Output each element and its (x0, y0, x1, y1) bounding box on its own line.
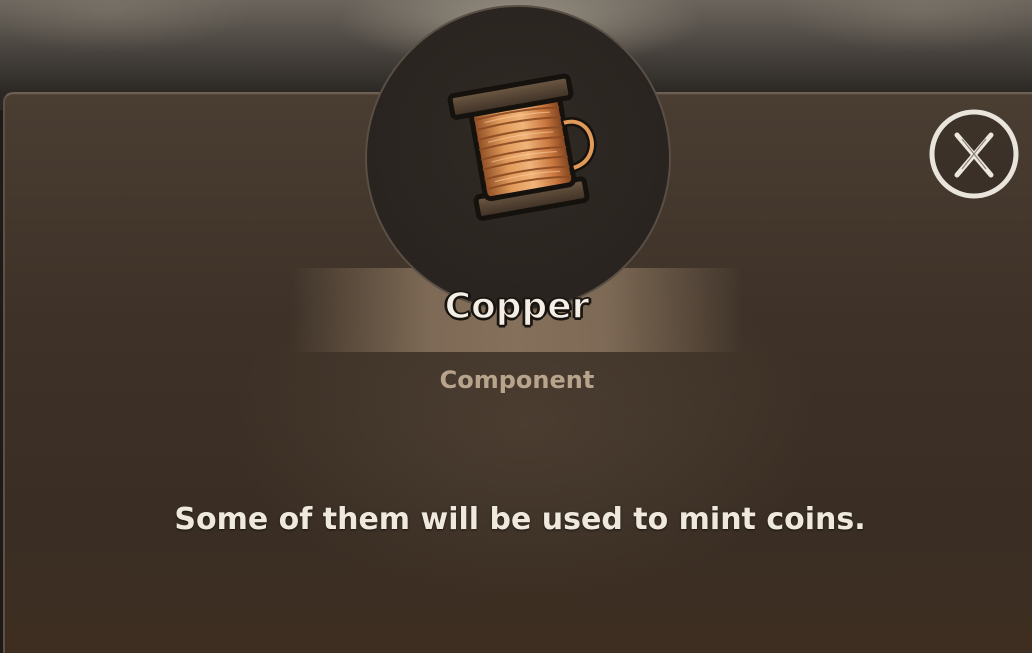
item-category: Component (439, 366, 595, 394)
copper-wire-spool-icon (447, 73, 597, 221)
close-button[interactable] (928, 108, 1020, 200)
item-name: Copper (444, 285, 590, 328)
item-detail-screen: Copper Component Some of them will be us… (0, 0, 1032, 653)
item-description: Some of them will be used to mint coins. (174, 502, 866, 537)
close-icon[interactable] (928, 108, 1020, 200)
